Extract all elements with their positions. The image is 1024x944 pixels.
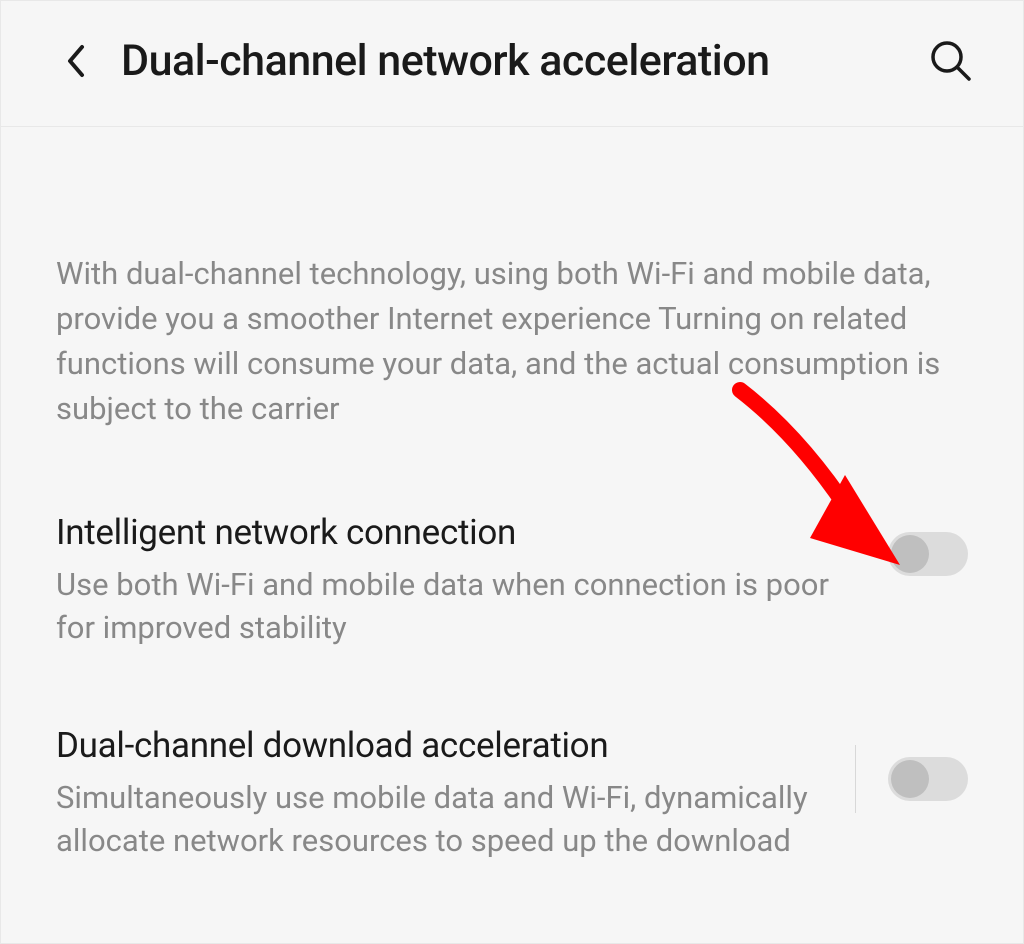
search-button[interactable] [929, 39, 973, 83]
setting-title: Intelligent network connection [56, 512, 848, 553]
dual-channel-download-toggle[interactable] [888, 757, 968, 801]
setting-title: Dual-channel download acceleration [56, 725, 815, 766]
toggle-knob [891, 535, 929, 573]
search-icon [930, 40, 972, 82]
divider [855, 745, 856, 813]
back-button[interactable] [56, 41, 96, 81]
intelligent-network-toggle[interactable] [888, 532, 968, 576]
page-title: Dual-channel network acceleration [121, 36, 929, 86]
setting-intelligent-network[interactable]: Intelligent network connection Use both … [56, 512, 968, 650]
toggle-knob [891, 760, 929, 798]
chevron-left-icon [66, 44, 86, 78]
setting-subtitle: Use both Wi-Fi and mobile data when conn… [56, 563, 848, 650]
feature-description: With dual-channel technology, using both… [56, 252, 968, 432]
header: Dual-channel network acceleration [1, 1, 1023, 127]
content: With dual-channel technology, using both… [1, 127, 1023, 862]
setting-dual-channel-download[interactable]: Dual-channel download acceleration Simul… [56, 725, 968, 863]
setting-subtitle: Simultaneously use mobile data and Wi-Fi… [56, 776, 815, 863]
